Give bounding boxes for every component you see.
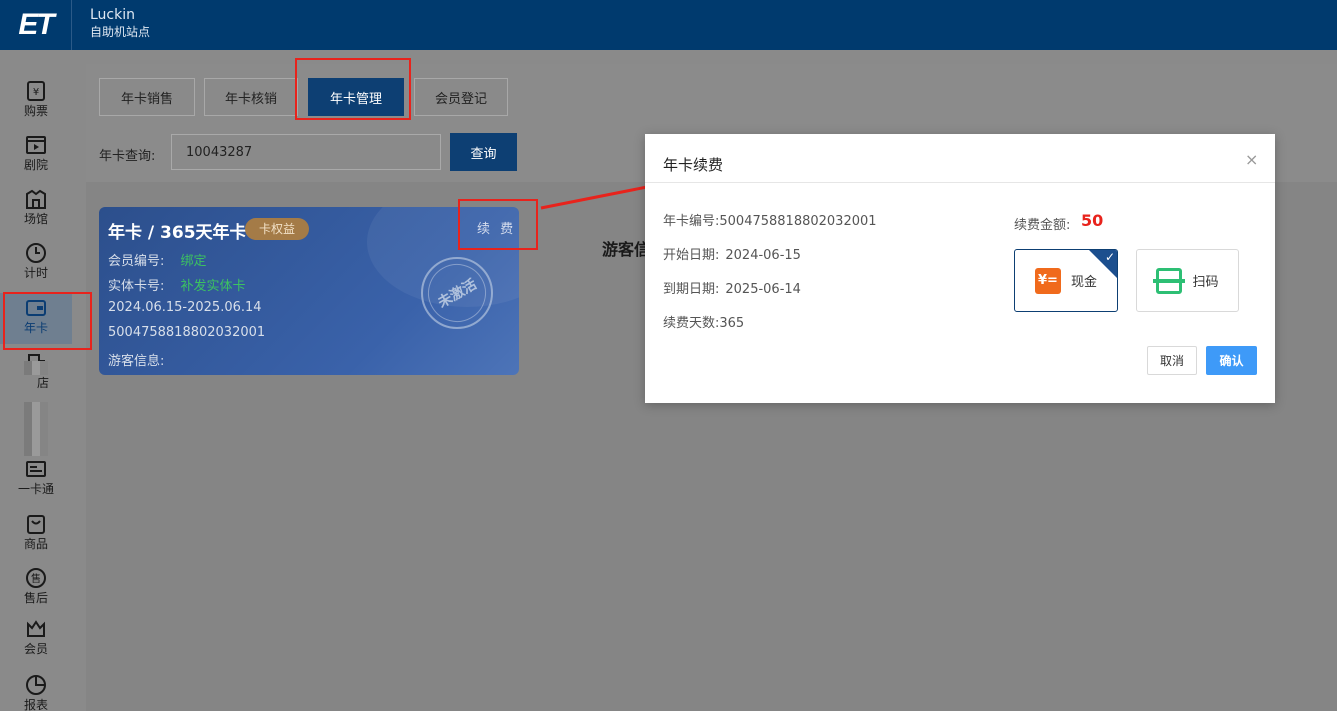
blurred-region <box>24 402 48 456</box>
sidebar-item-report[interactable]: 报表 <box>0 674 72 711</box>
annual-card: 年卡 / 365天年卡 卡权益 续 费 会员编号: 绑定 实体卡号: 补发实体卡… <box>99 207 519 375</box>
end-date-row: 到期日期: 2025-06-14 <box>663 278 801 297</box>
logo: ET <box>0 0 72 50</box>
ticket-icon: ¥ <box>27 81 45 101</box>
sidebar-item-label: 店 <box>36 376 49 390</box>
scan-icon <box>1153 267 1186 294</box>
visitor-info-label: 游客信息: <box>108 354 165 369</box>
sidebar-item-label: 会员 <box>23 642 48 656</box>
blurred-region <box>24 361 48 375</box>
end-date-value: 2025-06-14 <box>725 282 801 297</box>
card-number-row: 年卡编号:5004758818802032001 <box>663 210 877 229</box>
svg-text:¥: ¥ <box>33 87 39 98</box>
highlight-renew-box <box>458 199 538 250</box>
card-benefits-badge[interactable]: 卡权益 <box>245 218 310 240</box>
theater-icon <box>26 136 46 154</box>
crown-icon <box>27 620 45 637</box>
clock-icon <box>26 243 46 263</box>
station-info: Luckin 自助机站点 <box>90 7 150 41</box>
sidebar-item-timer[interactable]: 计时 <box>0 242 72 281</box>
amount-value: 50 <box>1081 211 1104 230</box>
start-date-value: 2024-06-15 <box>725 248 801 263</box>
renew-days-label: 续费天数: <box>663 316 720 331</box>
bag-icon <box>27 515 45 534</box>
org-name: Luckin <box>90 7 135 23</box>
cash-icon: ¥= <box>1034 267 1061 294</box>
inactive-stamp: 未激活 <box>417 253 497 333</box>
reissue-card-link[interactable]: 补发实体卡 <box>181 279 246 294</box>
tab-card-verify[interactable]: 年卡核销 <box>204 78 298 116</box>
sidebar-item-label: 售后 <box>23 591 48 605</box>
sidebar-item-after-sale[interactable]: 售 售后 <box>0 567 72 606</box>
start-date-row: 开始日期: 2024-06-15 <box>663 244 801 263</box>
member-label: 会员编号: <box>108 254 165 269</box>
highlight-sidebar-box <box>3 292 92 350</box>
card-validity: 2024.06.15-2025.06.14 <box>108 300 262 315</box>
card-title: 年卡 / 365天年卡 <box>108 223 247 243</box>
sidebar-item-label: 计时 <box>23 266 48 280</box>
pie-chart-icon <box>26 675 46 695</box>
venue-icon <box>26 189 46 209</box>
sidebar-item-label: 购票 <box>23 104 48 118</box>
confirm-button[interactable]: 确认 <box>1206 346 1257 375</box>
pay-scan-option[interactable]: 扫码 <box>1136 249 1239 312</box>
sidebar-item-label: 剧院 <box>23 158 48 172</box>
card-number-value: 5004758818802032001 <box>719 214 877 229</box>
search-input[interactable] <box>171 134 441 170</box>
id-card-icon <box>26 461 46 477</box>
sidebar-item-label: 报表 <box>23 698 48 711</box>
cancel-button[interactable]: 取消 <box>1147 346 1197 375</box>
station-name: 自助机站点 <box>90 25 151 39</box>
search-label: 年卡查询: <box>99 149 156 164</box>
physical-card-label: 实体卡号: <box>108 279 165 294</box>
card-number-label: 年卡编号: <box>663 214 720 229</box>
check-icon: ✓ <box>1104 250 1115 264</box>
physical-card-row: 实体卡号: 补发实体卡 <box>108 275 246 294</box>
sidebar-item-label: 场馆 <box>23 212 48 226</box>
renewal-dialog: 年卡续费 × 年卡编号:5004758818802032001 开始日期: 202… <box>645 134 1275 403</box>
highlight-tab-box <box>295 58 411 120</box>
pay-scan-label: 扫码 <box>1192 275 1219 290</box>
sidebar-item-member[interactable]: 会员 <box>0 618 72 657</box>
renew-days-row: 续费天数:365 <box>663 312 744 331</box>
tab-card-sales[interactable]: 年卡销售 <box>99 78 195 116</box>
sidebar-item-venue[interactable]: 场馆 <box>0 188 72 227</box>
sidebar-item-label: 一卡通 <box>17 482 54 496</box>
card-number: 5004758818802032001 <box>108 325 266 340</box>
amount-label: 续费金额: <box>1014 218 1071 233</box>
visitor-info-heading: 游客信 <box>602 240 651 259</box>
start-date-label: 开始日期: <box>663 248 720 263</box>
sidebar-item-goods[interactable]: 商品 <box>0 513 72 552</box>
pay-cash-option[interactable]: ¥= 现金 ✓ <box>1014 249 1118 312</box>
sidebar-item-tickets[interactable]: ¥ 购票 <box>0 80 72 119</box>
sidebar-item-all-in-one-card[interactable]: 一卡通 <box>0 458 72 497</box>
end-date-label: 到期日期: <box>663 282 720 297</box>
sidebar-item-label: 商品 <box>23 537 48 551</box>
tab-member-registration[interactable]: 会员登记 <box>414 78 508 116</box>
after-sale-icon: 售 <box>26 568 46 588</box>
sidebar-item-theater[interactable]: 剧院 <box>0 134 72 173</box>
close-icon[interactable]: × <box>1245 150 1258 169</box>
member-row: 会员编号: 绑定 <box>108 250 207 269</box>
top-bar: ET Luckin 自助机站点 <box>0 0 1337 50</box>
dialog-title: 年卡续费 <box>663 156 724 174</box>
svg-text:售: 售 <box>31 572 41 585</box>
bind-link[interactable]: 绑定 <box>181 254 207 269</box>
renew-days-value: 365 <box>719 316 745 331</box>
dialog-divider <box>645 182 1275 183</box>
search-button[interactable]: 查询 <box>450 133 517 171</box>
